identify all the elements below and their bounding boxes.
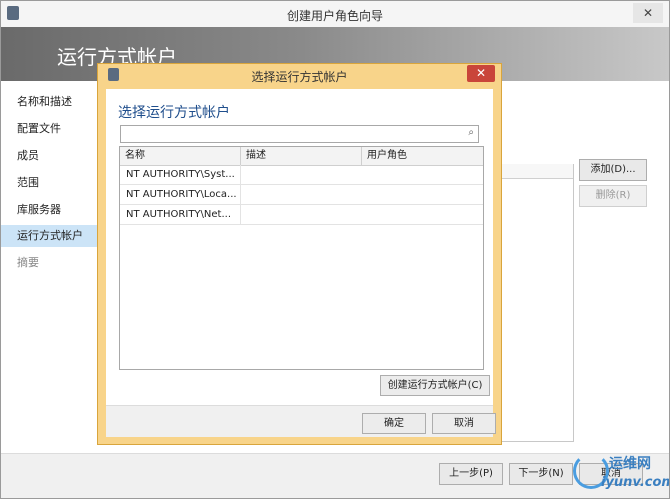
nav-item-library-servers[interactable]: 库服务器 xyxy=(1,199,99,221)
search-icon[interactable]: ⌕ xyxy=(468,127,474,138)
nav-item-profile[interactable]: 配置文件 xyxy=(1,118,99,140)
nav-item-summary: 摘要 xyxy=(17,256,39,269)
table-row[interactable]: NT AUTHORITY\Loca... xyxy=(120,185,483,205)
accounts-list-header xyxy=(501,164,573,179)
column-header-name[interactable]: 名称 xyxy=(120,147,241,165)
create-run-as-account-button[interactable]: 创建运行方式帐户(C) xyxy=(380,375,490,396)
prev-button[interactable]: 上一步(P) xyxy=(439,463,503,485)
column-header-description[interactable]: 描述 xyxy=(241,147,362,165)
dialog-cancel-button[interactable]: 取消 xyxy=(432,413,496,434)
nav-item-run-as-accounts[interactable]: 运行方式帐户 xyxy=(1,225,99,247)
grid-header: 名称 描述 用户角色 xyxy=(120,147,483,166)
watermark-line2: iyunv.com xyxy=(601,475,670,490)
window-titlebar: 创建用户角色向导 ✕ xyxy=(1,1,669,27)
watermark-line1: 运维网 xyxy=(609,456,651,472)
window-close-icon[interactable]: ✕ xyxy=(633,3,663,23)
row-name-cell: NT AUTHORITY\Net... xyxy=(120,205,241,224)
nav-item-scope[interactable]: 范围 xyxy=(1,172,99,194)
search-input[interactable]: ⌕ xyxy=(120,125,479,143)
table-row[interactable]: NT AUTHORITY\Net... xyxy=(120,205,483,225)
dialog-body: 选择运行方式帐户 ⌕ 名称 描述 用户角色 NT AUTHORITY\Syst.… xyxy=(106,89,496,437)
wizard-nav: 名称和描述 配置文件 成员 范围 库服务器 运行方式帐户 摘要 xyxy=(1,81,100,453)
dialog-titlebar: 选择运行方式帐户 ✕ xyxy=(98,64,501,86)
dialog-close-icon[interactable]: ✕ xyxy=(467,65,495,82)
row-name-cell: NT AUTHORITY\Syst... xyxy=(120,165,241,184)
add-button[interactable]: 添加(D)... xyxy=(579,159,647,181)
nav-item-name-description[interactable]: 名称和描述 xyxy=(1,91,99,113)
dialog-title: 选择运行方式帐户 xyxy=(251,70,348,84)
dialog-heading: 选择运行方式帐户 xyxy=(118,105,230,121)
accounts-grid: 名称 描述 用户角色 NT AUTHORITY\Syst... NT AUTHO… xyxy=(119,146,484,370)
next-button[interactable]: 下一步(N) xyxy=(509,463,573,485)
nav-item-members[interactable]: 成员 xyxy=(1,145,99,167)
remove-button: 删除(R) xyxy=(579,185,647,207)
watermark-logo: 运维网 iyunv.com xyxy=(571,447,670,497)
ok-button[interactable]: 确定 xyxy=(362,413,426,434)
select-run-as-dialog: 选择运行方式帐户 ✕ 选择运行方式帐户 ⌕ 名称 描述 用户角色 NT AUTH… xyxy=(97,63,502,445)
window-title: 创建用户角色向导 xyxy=(286,9,383,23)
accounts-list-background xyxy=(501,164,574,442)
column-header-user-role[interactable]: 用户角色 xyxy=(362,147,483,165)
row-name-cell: NT AUTHORITY\Loca... xyxy=(120,185,241,204)
table-row[interactable]: NT AUTHORITY\Syst... xyxy=(120,165,483,185)
